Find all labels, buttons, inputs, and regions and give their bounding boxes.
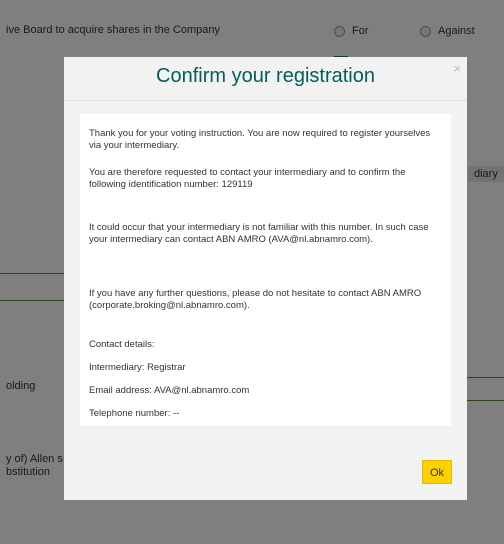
contact-heading: Contact details: [89,339,155,350]
unfamiliar-number-paragraph: It could occur that your intermediary is… [89,222,429,245]
dialog-title: Confirm your registration [156,65,375,87]
title-divider [64,100,467,101]
instruction-paragraph: Thank you for your voting instruction. Y… [89,128,431,151]
telephone-detail: Telephone number: -- [89,408,180,419]
close-icon[interactable]: × [453,61,461,76]
confirm-registration-dialog: Confirm your registration × Thank you fo… [64,57,467,500]
identification-paragraph: You are therefore requested to contact y… [89,167,406,190]
email-detail: Email address: AVA@nl.abnamro.com [89,385,250,396]
intermediary-detail: Intermediary: Registrar [89,362,186,373]
questions-paragraph: If you have any further questions, pleas… [89,288,422,311]
ok-button[interactable]: Ok [422,460,452,484]
dialog-body: Thank you for your voting instruction. Y… [80,114,451,426]
